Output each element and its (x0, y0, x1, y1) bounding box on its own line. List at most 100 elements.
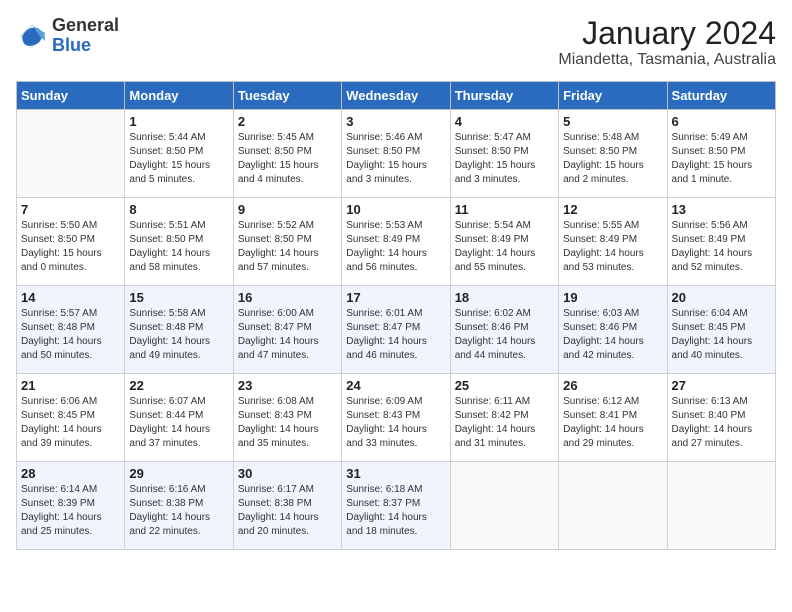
sunrise-text: Sunrise: 6:18 AM (346, 484, 422, 495)
col-sunday: Sunday (17, 82, 125, 110)
col-thursday: Thursday (450, 82, 558, 110)
day-number: 11 (455, 202, 554, 217)
daylight-text: Daylight: 14 hours and 29 minutes. (563, 424, 644, 449)
daylight-text: Daylight: 14 hours and 18 minutes. (346, 512, 427, 537)
calendar-table: Sunday Monday Tuesday Wednesday Thursday… (16, 81, 776, 550)
sunset-text: Sunset: 8:50 PM (21, 234, 95, 245)
calendar-cell: 7 Sunrise: 5:50 AM Sunset: 8:50 PM Dayli… (17, 198, 125, 286)
daylight-text: Daylight: 14 hours and 20 minutes. (238, 512, 319, 537)
sunrise-text: Sunrise: 5:49 AM (672, 132, 748, 143)
daylight-text: Daylight: 14 hours and 44 minutes. (455, 336, 536, 361)
sunset-text: Sunset: 8:50 PM (129, 146, 203, 157)
calendar-cell: 27 Sunrise: 6:13 AM Sunset: 8:40 PM Dayl… (667, 374, 775, 462)
daylight-text: Daylight: 15 hours and 4 minutes. (238, 160, 319, 185)
day-number: 15 (129, 290, 228, 305)
daylight-text: Daylight: 14 hours and 33 minutes. (346, 424, 427, 449)
sunrise-text: Sunrise: 6:14 AM (21, 484, 97, 495)
calendar-cell (17, 110, 125, 198)
daylight-text: Daylight: 14 hours and 22 minutes. (129, 512, 210, 537)
calendar-cell: 23 Sunrise: 6:08 AM Sunset: 8:43 PM Dayl… (233, 374, 341, 462)
month-title: January 2024 (558, 16, 776, 51)
sunset-text: Sunset: 8:37 PM (346, 498, 420, 509)
sunset-text: Sunset: 8:43 PM (238, 410, 312, 421)
daylight-text: Daylight: 14 hours and 52 minutes. (672, 248, 753, 273)
day-number: 9 (238, 202, 337, 217)
sunrise-text: Sunrise: 6:04 AM (672, 308, 748, 319)
day-number: 14 (21, 290, 120, 305)
sunset-text: Sunset: 8:50 PM (346, 146, 420, 157)
sunset-text: Sunset: 8:49 PM (346, 234, 420, 245)
sunrise-text: Sunrise: 5:48 AM (563, 132, 639, 143)
day-number: 8 (129, 202, 228, 217)
cell-info: Sunrise: 5:46 AM Sunset: 8:50 PM Dayligh… (346, 131, 445, 187)
sunset-text: Sunset: 8:50 PM (238, 234, 312, 245)
calendar-cell: 6 Sunrise: 5:49 AM Sunset: 8:50 PM Dayli… (667, 110, 775, 198)
sunrise-text: Sunrise: 5:44 AM (129, 132, 205, 143)
cell-info: Sunrise: 6:12 AM Sunset: 8:41 PM Dayligh… (563, 395, 662, 451)
cell-info: Sunrise: 6:08 AM Sunset: 8:43 PM Dayligh… (238, 395, 337, 451)
sunset-text: Sunset: 8:46 PM (455, 322, 529, 333)
cell-info: Sunrise: 6:07 AM Sunset: 8:44 PM Dayligh… (129, 395, 228, 451)
sunset-text: Sunset: 8:40 PM (672, 410, 746, 421)
sunset-text: Sunset: 8:45 PM (672, 322, 746, 333)
day-number: 26 (563, 378, 662, 393)
calendar-cell: 9 Sunrise: 5:52 AM Sunset: 8:50 PM Dayli… (233, 198, 341, 286)
calendar-cell: 11 Sunrise: 5:54 AM Sunset: 8:49 PM Dayl… (450, 198, 558, 286)
daylight-text: Daylight: 15 hours and 0 minutes. (21, 248, 102, 273)
calendar-cell: 8 Sunrise: 5:51 AM Sunset: 8:50 PM Dayli… (125, 198, 233, 286)
day-number: 23 (238, 378, 337, 393)
cell-info: Sunrise: 5:51 AM Sunset: 8:50 PM Dayligh… (129, 219, 228, 275)
calendar-cell: 1 Sunrise: 5:44 AM Sunset: 8:50 PM Dayli… (125, 110, 233, 198)
cell-info: Sunrise: 6:03 AM Sunset: 8:46 PM Dayligh… (563, 307, 662, 363)
calendar-cell: 30 Sunrise: 6:17 AM Sunset: 8:38 PM Dayl… (233, 462, 341, 550)
calendar-week-row: 1 Sunrise: 5:44 AM Sunset: 8:50 PM Dayli… (17, 110, 776, 198)
calendar-week-row: 7 Sunrise: 5:50 AM Sunset: 8:50 PM Dayli… (17, 198, 776, 286)
day-number: 22 (129, 378, 228, 393)
cell-info: Sunrise: 6:17 AM Sunset: 8:38 PM Dayligh… (238, 483, 337, 539)
cell-info: Sunrise: 5:47 AM Sunset: 8:50 PM Dayligh… (455, 131, 554, 187)
calendar-cell (559, 462, 667, 550)
daylight-text: Daylight: 14 hours and 56 minutes. (346, 248, 427, 273)
calendar-cell (667, 462, 775, 550)
sunrise-text: Sunrise: 6:07 AM (129, 396, 205, 407)
calendar-cell: 14 Sunrise: 5:57 AM Sunset: 8:48 PM Dayl… (17, 286, 125, 374)
daylight-text: Daylight: 14 hours and 37 minutes. (129, 424, 210, 449)
page-header: General Blue January 2024 Miandetta, Tas… (16, 16, 776, 69)
sunrise-text: Sunrise: 6:08 AM (238, 396, 314, 407)
day-number: 2 (238, 114, 337, 129)
calendar-cell: 16 Sunrise: 6:00 AM Sunset: 8:47 PM Dayl… (233, 286, 341, 374)
sunrise-text: Sunrise: 5:58 AM (129, 308, 205, 319)
sunrise-text: Sunrise: 5:57 AM (21, 308, 97, 319)
sunset-text: Sunset: 8:38 PM (129, 498, 203, 509)
sunset-text: Sunset: 8:46 PM (563, 322, 637, 333)
sunset-text: Sunset: 8:50 PM (129, 234, 203, 245)
sunrise-text: Sunrise: 5:56 AM (672, 220, 748, 231)
cell-info: Sunrise: 5:48 AM Sunset: 8:50 PM Dayligh… (563, 131, 662, 187)
logo-icon (16, 20, 48, 52)
cell-info: Sunrise: 6:06 AM Sunset: 8:45 PM Dayligh… (21, 395, 120, 451)
sunrise-text: Sunrise: 5:45 AM (238, 132, 314, 143)
cell-info: Sunrise: 5:50 AM Sunset: 8:50 PM Dayligh… (21, 219, 120, 275)
day-number: 31 (346, 466, 445, 481)
cell-info: Sunrise: 6:11 AM Sunset: 8:42 PM Dayligh… (455, 395, 554, 451)
sunrise-text: Sunrise: 6:11 AM (455, 396, 530, 407)
cell-info: Sunrise: 6:09 AM Sunset: 8:43 PM Dayligh… (346, 395, 445, 451)
sunset-text: Sunset: 8:47 PM (346, 322, 420, 333)
logo-blue-text: Blue (52, 36, 119, 56)
daylight-text: Daylight: 15 hours and 3 minutes. (346, 160, 427, 185)
calendar-cell: 22 Sunrise: 6:07 AM Sunset: 8:44 PM Dayl… (125, 374, 233, 462)
calendar-week-row: 21 Sunrise: 6:06 AM Sunset: 8:45 PM Dayl… (17, 374, 776, 462)
cell-info: Sunrise: 5:57 AM Sunset: 8:48 PM Dayligh… (21, 307, 120, 363)
day-number: 12 (563, 202, 662, 217)
day-number: 30 (238, 466, 337, 481)
calendar-cell: 29 Sunrise: 6:16 AM Sunset: 8:38 PM Dayl… (125, 462, 233, 550)
calendar-cell: 28 Sunrise: 6:14 AM Sunset: 8:39 PM Dayl… (17, 462, 125, 550)
calendar-cell: 26 Sunrise: 6:12 AM Sunset: 8:41 PM Dayl… (559, 374, 667, 462)
cell-info: Sunrise: 5:58 AM Sunset: 8:48 PM Dayligh… (129, 307, 228, 363)
daylight-text: Daylight: 14 hours and 35 minutes. (238, 424, 319, 449)
sunrise-text: Sunrise: 5:54 AM (455, 220, 531, 231)
day-number: 16 (238, 290, 337, 305)
col-wednesday: Wednesday (342, 82, 450, 110)
sunrise-text: Sunrise: 5:50 AM (21, 220, 97, 231)
sunset-text: Sunset: 8:48 PM (129, 322, 203, 333)
